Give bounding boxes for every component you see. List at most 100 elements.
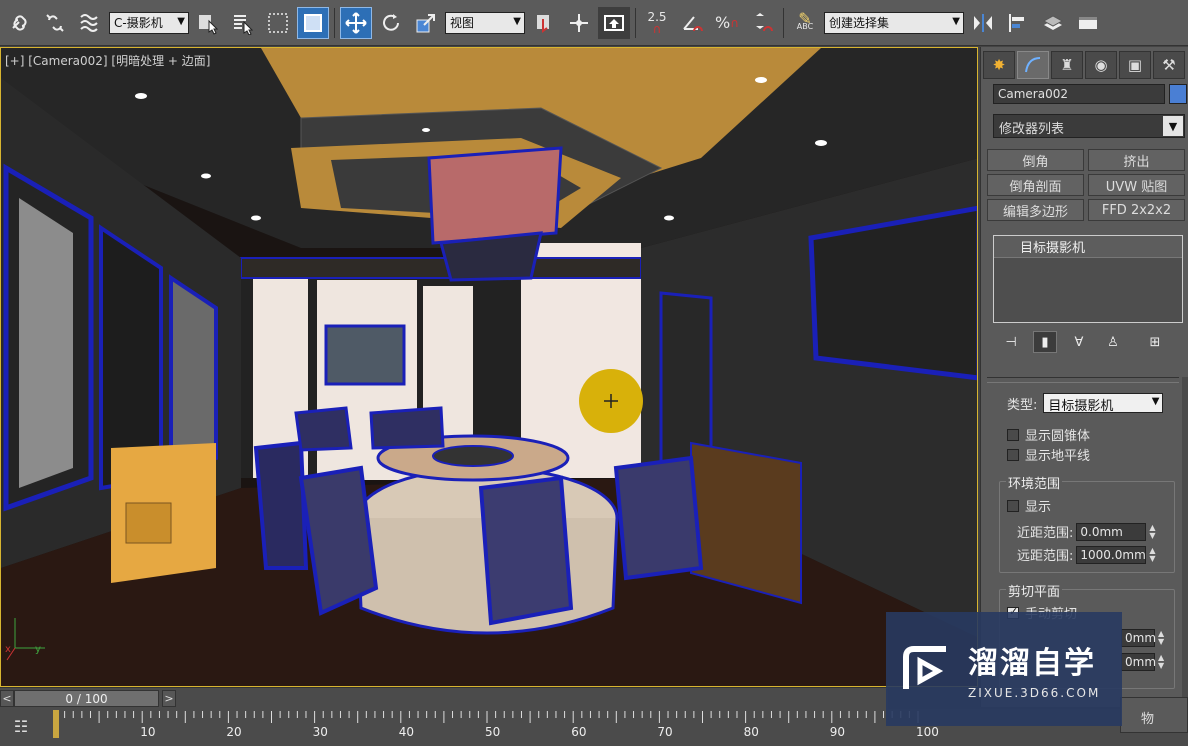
scale-icon[interactable] [410,7,442,39]
near-range-row: 近距范围: 0.0mm ▲ ▼ [1017,522,1159,541]
angle-snap-icon[interactable] [676,7,708,39]
layer-manager-icon[interactable] [1037,7,1069,39]
chevron-down-icon: ▼ [1151,396,1160,407]
object-color-swatch[interactable] [1169,84,1187,104]
object-name-field[interactable]: Camera002 [993,84,1165,104]
edit-poly-button[interactable]: 编辑多边形 [987,199,1084,221]
edit-named-selection-icon[interactable]: ✎ ABC [789,7,821,39]
spinner-arrows-icon[interactable]: ▲ ▼ [1158,654,1168,670]
show-end-result-icon[interactable]: ▮ [1033,331,1057,353]
camera-type-dropdown[interactable]: 目标摄影机 ▼ [1043,393,1164,414]
bind-space-warp-icon[interactable] [74,7,106,39]
toggle-scene-explorer-icon[interactable] [1072,7,1104,39]
toolbar-divider [783,7,784,38]
percent-snap-icon[interactable]: % ∩ [711,7,743,39]
show-horizon-row[interactable]: 显示地平线 [1007,445,1090,464]
mirror-icon[interactable] [967,7,999,39]
far-range-label: 远距范围: [1017,549,1074,564]
frame-label: 10 [140,725,156,739]
env-show-checkbox[interactable] [1007,499,1019,512]
pin-stack-icon[interactable]: ⊣ [999,331,1023,353]
selection-filter-dropdown[interactable]: C-摄影机 ▼ [109,11,189,34]
show-horizon-checkbox[interactable] [1007,448,1019,461]
selection-filter-value: C-摄影机 [114,16,163,30]
spinner-arrows-icon[interactable]: ▲ ▼ [1158,630,1168,646]
near-range-input[interactable]: 0.0mm [1076,522,1147,541]
make-unique-icon[interactable]: ∀ [1067,331,1091,353]
pivot-center-icon[interactable] [528,7,560,39]
align-icon[interactable] [1002,7,1034,39]
show-cone-checkbox[interactable] [1007,428,1019,441]
motion-tab-icon[interactable]: ◉ [1085,51,1117,79]
env-show-row[interactable]: 显示 [1007,496,1051,515]
utilities-tab-icon[interactable]: ⚒ [1153,51,1185,79]
select-object-icon[interactable] [192,7,224,39]
named-selection-dropdown[interactable]: 创建选择集 ▼ [824,11,964,34]
frame-label: 80 [743,725,759,739]
create-tab-icon[interactable]: ✸ [983,51,1015,79]
display-tab-icon[interactable]: ▣ [1119,51,1151,79]
abc-label: ABC [796,21,814,31]
uvw-map-button[interactable]: UVW 贴图 [1088,174,1185,196]
axis-y-label: y [35,644,41,655]
unlink-icon[interactable] [39,7,71,39]
spinner-arrows-icon[interactable]: ▲ ▼ [1149,523,1159,540]
chevron-right-icon[interactable]: > [162,690,176,707]
spinner-arrows-icon[interactable]: ▲ ▼ [1149,546,1159,563]
far-range-input[interactable]: 1000.0mm [1076,545,1147,564]
stack-item[interactable]: 目标摄影机 [994,236,1182,258]
keyboard-shortcut-icon[interactable] [598,6,630,39]
panel-scrollbar[interactable] [1182,377,1188,697]
window-crossing-icon[interactable] [297,6,329,39]
main-toolbar: C-摄影机 ▼ 视图 ▼ 2.5 ∩ % ∩ ✎ ABC 创建选择集 ▼ [0,0,1188,46]
show-horizon-label: 显示地平线 [1025,449,1091,464]
panel-bottom-label: 物 [1141,712,1155,727]
extrude-button[interactable]: 挤出 [1088,149,1185,171]
show-cone-row[interactable]: 显示圆锥体 [1007,425,1090,444]
clip-far-row: 0mm ▲ ▼ [1121,653,1168,671]
configure-sets-icon[interactable]: ⊞ [1143,331,1167,353]
frame-label: 90 [829,725,846,739]
spinner-snap-icon[interactable] [746,7,778,39]
modifier-list-dropdown[interactable]: 修改器列表 ▼ [993,114,1185,138]
select-by-name-icon[interactable] [227,7,259,39]
ref-coord-dropdown[interactable]: 视图 ▼ [445,11,525,34]
stack-toolbar: ⊣ ▮ ∀ ♙ ⊞ [993,331,1185,353]
axis-x-label: x [5,644,11,655]
motion-icon: ◉ [1094,56,1108,74]
command-panel: ✸ ♜ ◉ ▣ ⚒ Camera002 修改器列表 ▼ 倒角 挤出 倒角剖面 U… [980,47,1188,707]
camera-type-value: 目标摄影机 [1048,399,1114,414]
scene-render [1,48,977,686]
clip-far-input[interactable]: 0mm [1121,653,1156,671]
snap-value: 2.5 [647,9,667,24]
chevron-down-icon: ▼ [952,15,960,27]
rect-selection-icon[interactable] [262,7,294,39]
frame-label: 20 [226,725,242,739]
hierarchy-tab-icon[interactable]: ♜ [1051,51,1083,79]
time-slider-thumb[interactable]: 0 / 100 [14,690,159,707]
chevron-down-icon: ▼ [177,15,185,27]
bevel-button[interactable]: 倒角 [987,149,1084,171]
snap-toggle-icon[interactable]: 2.5 ∩ [641,7,673,39]
remove-modifier-icon[interactable]: ♙ [1101,331,1125,353]
ffd-button[interactable]: FFD 2x2x2 [1088,199,1185,221]
select-manipulate-icon[interactable] [563,7,595,39]
chevron-down-icon: ▼ [513,15,521,27]
magnet-icon: ∩ [652,21,662,36]
move-icon[interactable] [340,6,372,39]
clip-near-input[interactable]: 0mm [1121,629,1156,647]
viewport-label[interactable]: [+] [Camera002] [明暗处理 + 边面] [5,52,210,69]
panel-bottom-button[interactable]: 物 [1120,697,1188,733]
perspective-viewport[interactable]: [+] [Camera002] [明暗处理 + 边面] x y [0,47,978,687]
play-logo-icon [896,639,956,699]
current-frame-marker[interactable] [53,710,59,738]
chevron-left-icon[interactable]: < [0,690,14,707]
time-slider[interactable]: < 0 / 100 > [0,687,888,709]
modify-tab-icon[interactable] [1017,51,1049,79]
watermark-url: ZIXUE.3D66.COM [968,686,1101,700]
modifier-stack[interactable]: 目标摄影机 [993,235,1183,323]
rotate-icon[interactable] [375,7,407,39]
bevel-profile-button[interactable]: 倒角剖面 [987,174,1084,196]
link-icon[interactable] [4,7,36,39]
frame-label: 100 [916,725,939,739]
